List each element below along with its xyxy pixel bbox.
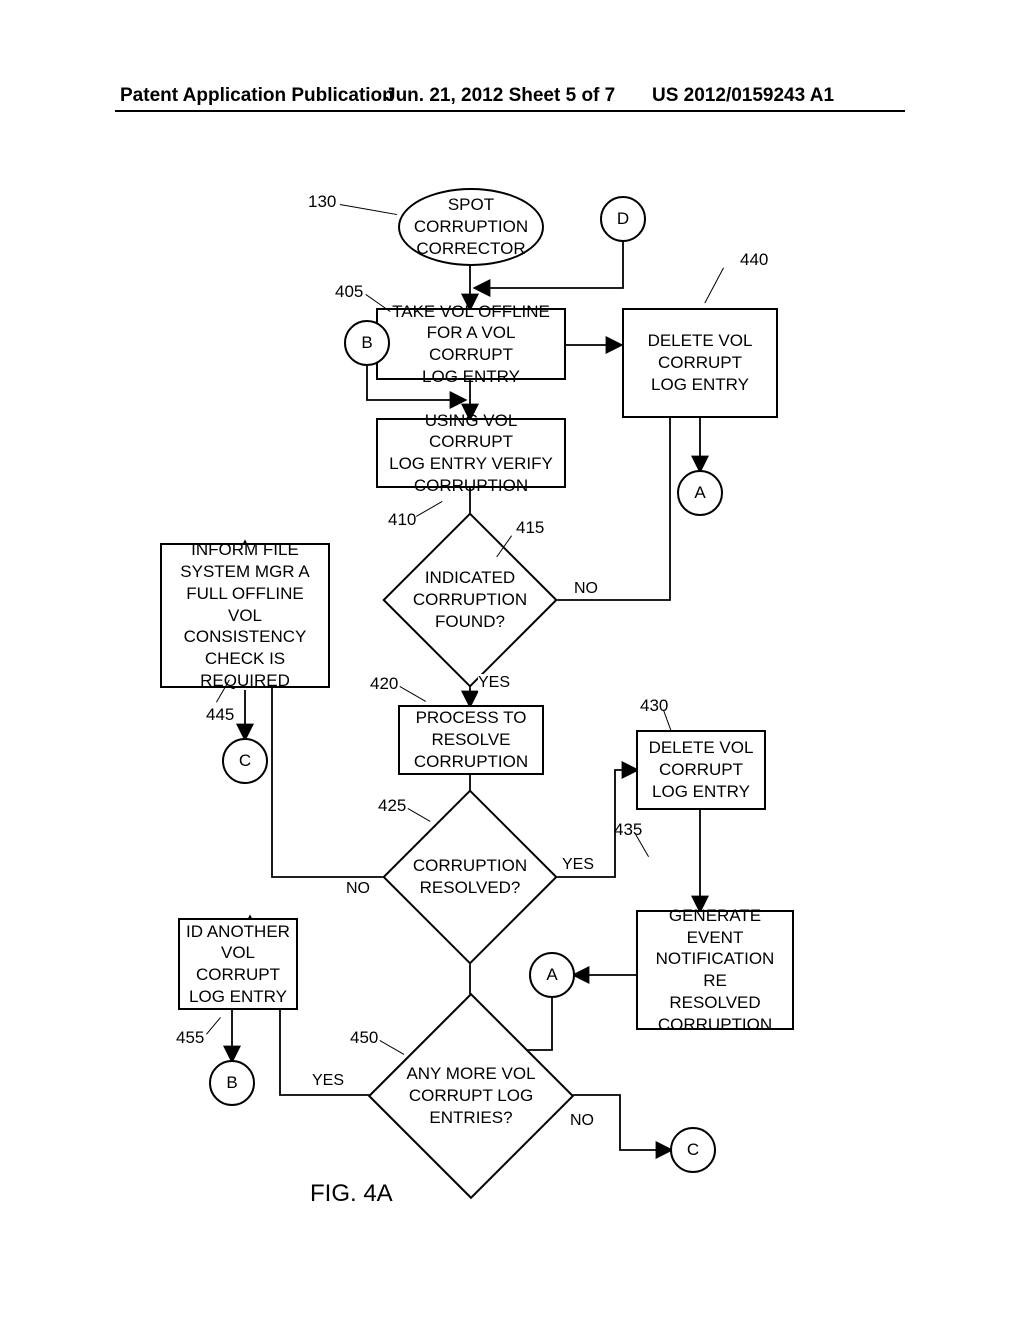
connector-a-mid: A	[529, 952, 575, 998]
connector-a-top: A	[677, 470, 723, 516]
decision-450: ANY MORE VOL CORRUPT LOG ENTRIES?	[398, 1023, 544, 1169]
connector-c-right: C	[670, 1127, 716, 1173]
label-415-no: NO	[574, 580, 598, 598]
label-425-no: NO	[346, 880, 370, 898]
header-publication: Patent Application Publication	[120, 85, 394, 107]
connector-b-out: B	[209, 1060, 255, 1106]
process-435: GENERATE EVENT NOTIFICATION RE RESOLVED …	[636, 910, 794, 1030]
leader-455	[206, 1017, 221, 1034]
leader-130	[340, 204, 397, 215]
process-405: TAKE VOL OFFLINE FOR A VOL CORRUPT LOG E…	[376, 308, 566, 380]
start-terminator: SPOT CORRUPTION CORRECTOR	[398, 188, 544, 266]
process-430: DELETE VOL CORRUPT LOG ENTRY	[636, 730, 766, 810]
ref-130: 130	[308, 192, 336, 212]
ref-405: 405	[335, 282, 363, 302]
process-410: USING VOL CORRUPT LOG ENTRY VERIFY CORRU…	[376, 418, 566, 488]
figure-label: FIG. 4A	[310, 1180, 393, 1208]
decision-425: CORRUPTION RESOLVED?	[408, 815, 532, 939]
flowchart-canvas: SPOT CORRUPTION CORRECTOR D TAKE VOL OFF…	[0, 180, 1024, 1280]
ref-440: 440	[740, 250, 768, 270]
header-sheet: Jun. 21, 2012 Sheet 5 of 7	[385, 85, 615, 107]
header-pubno: US 2012/0159243 A1	[652, 85, 834, 107]
label-415-yes: YES	[478, 674, 510, 692]
header-rule	[115, 110, 905, 112]
ref-415: 415	[516, 518, 544, 538]
ref-410: 410	[388, 510, 416, 530]
ref-445: 445	[206, 705, 234, 725]
leader-420	[400, 686, 426, 702]
label-450-yes: YES	[312, 1072, 344, 1090]
process-445: INFORM FILE SYSTEM MGR A FULL OFFLINE VO…	[160, 543, 330, 688]
process-440: DELETE VOL CORRUPT LOG ENTRY	[622, 308, 778, 418]
connector-c-left: C	[222, 738, 268, 784]
label-450-no: NO	[570, 1112, 594, 1130]
label-425-yes: YES	[562, 856, 594, 874]
leader-440	[704, 268, 724, 304]
ref-425: 425	[378, 796, 406, 816]
connector-b-in: B	[344, 320, 390, 366]
ref-455: 455	[176, 1028, 204, 1048]
process-420: PROCESS TO RESOLVE CORRUPTION	[398, 705, 544, 775]
ref-420: 420	[370, 674, 398, 694]
process-455: ID ANOTHER VOL CORRUPT LOG ENTRY	[178, 918, 298, 1010]
leader-410	[416, 501, 442, 517]
connector-d: D	[600, 196, 646, 242]
ref-450: 450	[350, 1028, 378, 1048]
decision-415: INDICATED CORRUPTION FOUND?	[408, 538, 532, 662]
